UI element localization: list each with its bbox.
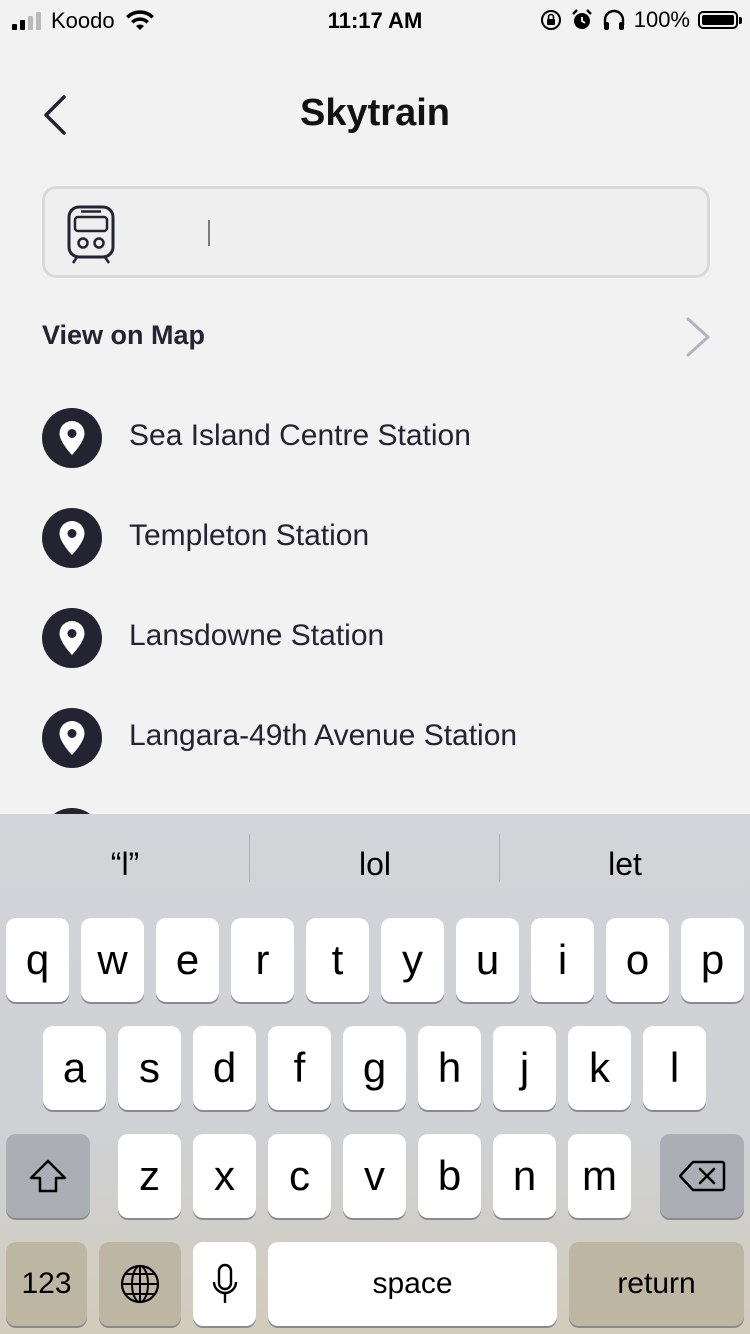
space-key[interactable]: space <box>268 1242 557 1326</box>
page-title: Skytrain <box>300 92 450 134</box>
key-a[interactable]: a <box>43 1026 106 1110</box>
station-label: Lansdowne Station <box>129 619 385 652</box>
alarm-icon <box>571 9 592 29</box>
suggestion-item[interactable]: lol <box>250 814 500 914</box>
keyboard: “l” lol let q w e r t y u i o p a s d f … <box>0 814 750 1334</box>
key-t[interactable]: t <box>306 918 369 1002</box>
search-input[interactable] <box>205 209 689 257</box>
map-pin-icon <box>42 408 102 468</box>
key-k[interactable]: k <box>568 1026 631 1110</box>
search-box[interactable] <box>42 186 710 278</box>
key-w[interactable]: w <box>81 918 144 1002</box>
shift-key[interactable] <box>6 1134 90 1218</box>
backspace-key[interactable] <box>660 1134 744 1218</box>
battery-percent: 100% <box>633 7 690 32</box>
key-h[interactable]: h <box>418 1026 481 1110</box>
station-label: Sea Island Centre Station <box>129 419 471 452</box>
train-icon <box>67 205 115 264</box>
station-item[interactable]: Sea Island Centre Station <box>42 388 722 488</box>
globe-key[interactable] <box>99 1242 181 1326</box>
orientation-lock-icon <box>540 10 561 30</box>
map-pin-icon <box>42 708 102 768</box>
key-q[interactable]: q <box>6 918 69 1002</box>
key-f[interactable]: f <box>268 1026 331 1110</box>
view-on-map-label: View on Map <box>42 320 206 350</box>
key-o[interactable]: o <box>606 918 669 1002</box>
shift-icon <box>29 1159 67 1193</box>
numbers-key[interactable]: 123 <box>6 1242 87 1326</box>
key-x[interactable]: x <box>193 1134 256 1218</box>
globe-icon <box>120 1264 160 1304</box>
text-cursor <box>208 220 210 246</box>
key-m[interactable]: m <box>568 1134 631 1218</box>
key-n[interactable]: n <box>493 1134 556 1218</box>
header: Skytrain <box>0 80 750 150</box>
suggestion-bar: “l” lol let <box>0 814 750 914</box>
key-v[interactable]: v <box>343 1134 406 1218</box>
view-on-map-row[interactable]: View on Map <box>42 306 712 366</box>
key-e[interactable]: e <box>156 918 219 1002</box>
return-key[interactable]: return <box>569 1242 744 1326</box>
headphones-icon <box>603 9 624 30</box>
station-item[interactable]: Lansdowne Station <box>42 588 722 688</box>
station-item[interactable]: Templeton Station <box>42 488 722 588</box>
key-r[interactable]: r <box>231 918 294 1002</box>
map-pin-icon <box>42 608 102 668</box>
key-l[interactable]: l <box>643 1026 706 1110</box>
station-item[interactable]: Langara-49th Avenue Station <box>42 688 722 788</box>
battery-icon <box>698 11 742 29</box>
key-z[interactable]: z <box>118 1134 181 1218</box>
station-label: Langara-49th Avenue Station <box>129 719 518 752</box>
status-right: 100% <box>540 7 742 33</box>
key-p[interactable]: p <box>681 918 744 1002</box>
suggestion-item[interactable]: let <box>500 814 750 914</box>
key-b[interactable]: b <box>418 1134 481 1218</box>
microphone-key[interactable] <box>193 1242 256 1326</box>
key-u[interactable]: u <box>456 918 519 1002</box>
map-pin-icon <box>42 508 102 568</box>
status-bar: Koodo 11:17 AM 100% <box>0 0 750 40</box>
key-s[interactable]: s <box>118 1026 181 1110</box>
backspace-icon <box>678 1160 726 1192</box>
key-y[interactable]: y <box>381 918 444 1002</box>
key-d[interactable]: d <box>193 1026 256 1110</box>
station-label: Templeton Station <box>129 519 370 552</box>
key-g[interactable]: g <box>343 1026 406 1110</box>
key-j[interactable]: j <box>493 1026 556 1110</box>
microphone-icon <box>212 1263 237 1303</box>
key-i[interactable]: i <box>531 918 594 1002</box>
suggestion-item[interactable]: “l” <box>0 814 250 914</box>
chevron-right-icon <box>686 317 710 357</box>
key-c[interactable]: c <box>268 1134 331 1218</box>
